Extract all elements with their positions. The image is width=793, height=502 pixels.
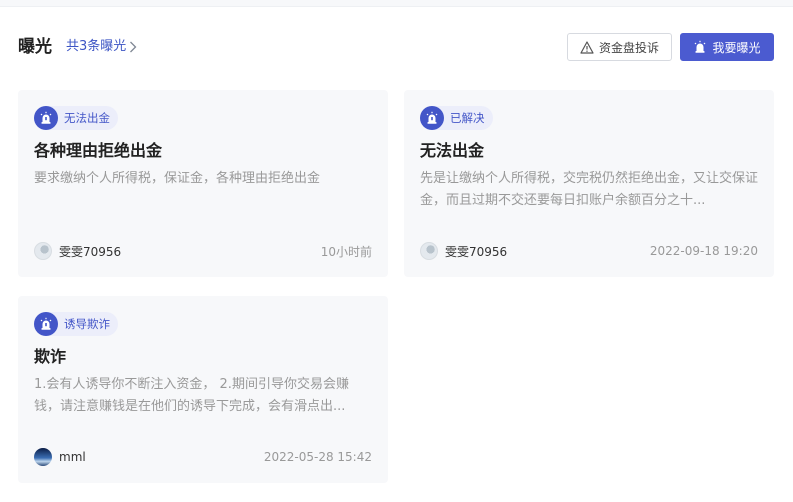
card-description: 要求缴纳个人所得税，保证金，各种理由拒绝出金 — [34, 171, 321, 186]
avatar — [420, 242, 438, 260]
exposure-card[interactable]: 无法出金 各种理由拒绝出金 要求缴纳个人所得税，保证金，各种理由拒绝出金 雯雯7… — [18, 90, 388, 277]
author-name: mml — [59, 450, 86, 464]
card-author: 雯雯70956 — [420, 242, 507, 260]
category-tag: 无法出金 — [34, 106, 118, 130]
card-author: 雯雯70956 — [34, 242, 121, 260]
card-footer: 雯雯70956 2022-09-18 19:20 — [420, 241, 758, 261]
page-title: 曝光 — [18, 37, 52, 57]
category-tag-label: 无法出金 — [64, 111, 110, 125]
exposure-card[interactable]: 已解决 无法出金 先是让缴纳个人所得税，交完税仍然拒绝出金，又让交保证金，而且过… — [404, 90, 774, 277]
avatar — [34, 448, 52, 466]
post-time: 2022-05-28 15:42 — [263, 450, 372, 464]
chevron-right-icon — [129, 41, 137, 53]
alarm-badge-icon — [34, 312, 58, 336]
exposure-count-link[interactable]: 共3条曝光 — [66, 38, 137, 56]
category-tag-label: 诱导欺诈 — [64, 317, 110, 331]
avatar — [34, 242, 52, 260]
card-title: 无法出金 — [420, 141, 485, 160]
category-tag-label: 已解决 — [450, 111, 485, 125]
top-divider — [0, 0, 793, 7]
exposure-card[interactable]: 诱导欺诈 欺诈 1.会有人诱导你不断注入资金， 2.期间引导你交易会赚钱，请注意… — [18, 296, 388, 483]
category-tag: 诱导欺诈 — [34, 312, 118, 336]
author-name: 雯雯70956 — [59, 244, 122, 259]
card-author: mml — [34, 448, 86, 466]
card-title: 各种理由拒绝出金 — [34, 141, 163, 160]
complaint-button-label: 资金盘投诉 — [598, 40, 659, 55]
card-footer: mml 2022-05-28 15:42 — [34, 447, 372, 467]
category-tag: 已解决 — [420, 106, 493, 130]
card-title: 欺诈 — [34, 347, 67, 366]
card-description: 1.会有人诱导你不断注入资金， 2.期间引导你交易会赚钱，请注意赚钱是在他们的诱… — [34, 377, 349, 414]
exposure-count-text: 共3条曝光 — [66, 39, 127, 54]
complaint-button[interactable]: 资金盘投诉 — [567, 33, 672, 61]
post-time: 2022-09-18 19:20 — [649, 244, 758, 258]
author-name: 雯雯70956 — [445, 244, 508, 259]
alarm-badge-icon — [34, 106, 58, 130]
warning-icon — [580, 40, 594, 54]
card-footer: 雯雯70956 10小时前 — [34, 241, 372, 261]
post-time: 10小时前 — [320, 244, 372, 259]
card-description: 先是让缴纳个人所得税，交完税仍然拒绝出金，又让交保证金，而且过期不交还要每日扣账… — [420, 171, 759, 208]
expose-button[interactable]: 我要曝光 — [680, 33, 774, 61]
expose-button-label: 我要曝光 — [712, 40, 761, 55]
alarm-badge-icon — [420, 106, 444, 130]
alarm-icon — [693, 40, 707, 54]
